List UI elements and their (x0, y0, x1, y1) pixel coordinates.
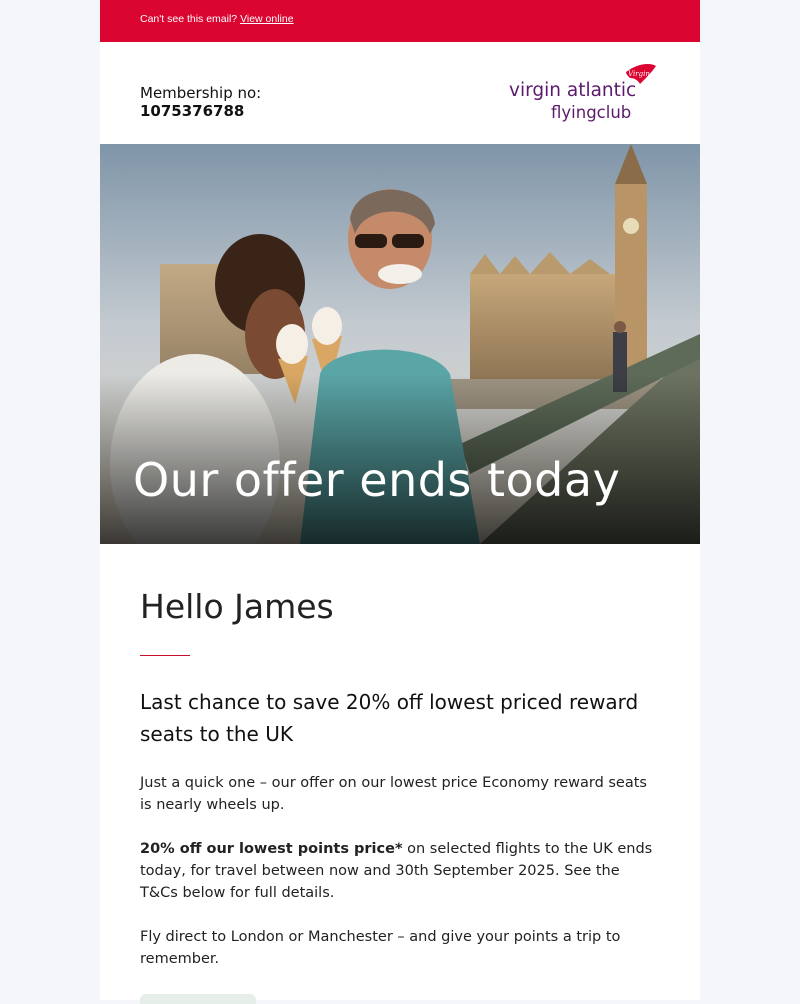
greeting-heading: Hello James (140, 587, 334, 626)
closing-paragraph: Fly direct to London or Manchester – and… (140, 929, 621, 967)
accent-divider (140, 655, 190, 656)
svg-text:Virgin: Virgin (628, 70, 650, 78)
view-online-link[interactable]: View online (240, 13, 294, 25)
logo-line-1: virgin atlantic (509, 80, 636, 101)
offer-highlight: 20% off our lowest points price* (140, 841, 403, 857)
email-body: Hello James Last chance to save 20% off … (100, 588, 700, 970)
hero-banner[interactable]: Our offer ends today (100, 144, 700, 544)
virgin-atlantic-flyingclub-logo[interactable]: Virgin virgin atlantic flyingclub (508, 62, 658, 124)
membership-number: 1075376788 (140, 102, 245, 120)
intro-paragraph: Just a quick one – our offer on our lowe… (140, 775, 647, 813)
membership-block: Membership no: 1075376788 (140, 84, 261, 120)
email-header: Membership no: 1075376788 Virgin virgin … (100, 42, 700, 144)
hero-title: Our offer ends today (133, 453, 621, 507)
email-container: Can't see this email? View online Member… (100, 0, 700, 1004)
membership-label: Membership no: (140, 84, 262, 102)
logo-line-2: flyingclub (551, 103, 631, 122)
preheader-bar: Can't see this email? View online (100, 0, 700, 42)
offer-subheading: Last chance to save 20% off lowest price… (140, 690, 639, 746)
cta-button-partial[interactable] (140, 994, 256, 1004)
offer-paragraph: 20% off our lowest points price* on sele… (140, 838, 660, 904)
preheader-text: Can't see this email? (140, 13, 238, 25)
